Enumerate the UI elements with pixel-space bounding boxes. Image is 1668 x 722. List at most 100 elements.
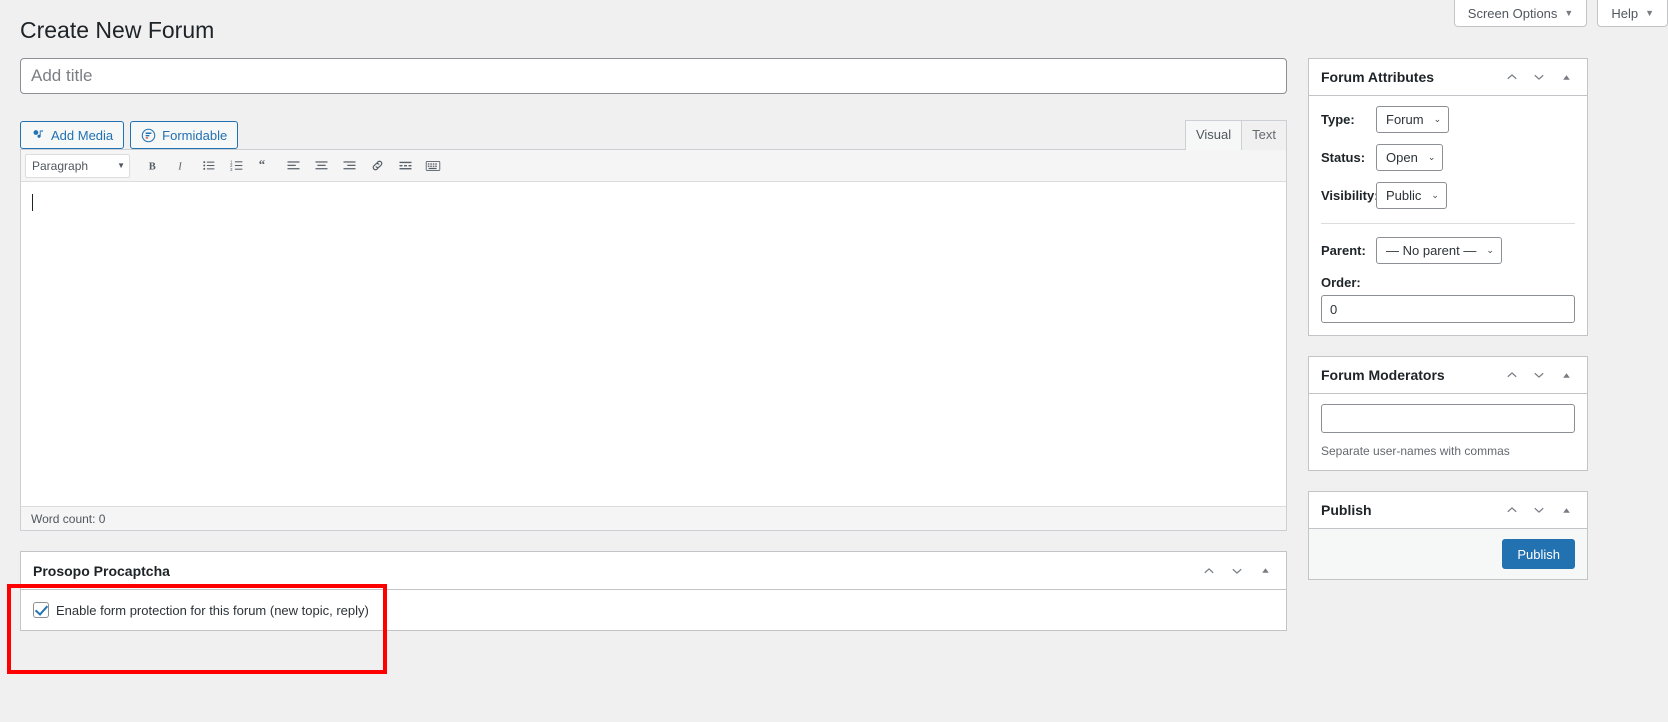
admin-topbar: Screen Options ▼ Help ▼ <box>1453 0 1668 30</box>
help-button[interactable]: Help ▼ <box>1597 0 1668 27</box>
forum-attributes-title: Forum Attributes <box>1321 69 1435 85</box>
forum-order-input[interactable] <box>1321 295 1575 323</box>
chevron-down-icon: ⌄ <box>1427 152 1436 162</box>
procaptcha-metabox: Prosopo Procaptcha Enable form protectio… <box>20 551 1287 631</box>
forum-visibility-label: Visibility: <box>1321 188 1379 203</box>
insert-link-icon[interactable] <box>364 153 390 179</box>
procaptcha-metabox-body: Enable form protection for this forum (n… <box>21 590 1286 630</box>
procaptcha-metabox-header: Prosopo Procaptcha <box>21 552 1286 590</box>
svg-text:“: “ <box>258 158 264 172</box>
chevron-down-icon: ⌄ <box>1486 245 1494 255</box>
move-down-icon[interactable] <box>1530 68 1548 86</box>
tab-visual[interactable]: Visual <box>1184 120 1243 150</box>
editor-mode-tabs: Visual Text <box>1184 120 1287 150</box>
editor-toolbar: Paragraph ▼ B I 1 2 3 “ <box>21 150 1286 182</box>
toggle-panel-icon[interactable] <box>1557 501 1575 519</box>
move-up-icon[interactable] <box>1503 68 1521 86</box>
move-up-icon[interactable] <box>1200 562 1218 580</box>
formidable-button[interactable]: Formidable <box>130 121 239 149</box>
forum-visibility-select[interactable]: Public ⌄ <box>1376 182 1447 209</box>
forum-moderators-input[interactable] <box>1321 404 1575 433</box>
tab-text[interactable]: Text <box>1241 120 1287 150</box>
publish-header: Publish <box>1309 492 1587 529</box>
forum-status-value: Open <box>1386 150 1418 165</box>
forum-attributes-header: Forum Attributes <box>1309 59 1587 96</box>
publish-title: Publish <box>1321 502 1372 518</box>
move-up-icon[interactable] <box>1503 501 1521 519</box>
forum-attributes-actions <box>1503 68 1575 86</box>
forum-visibility-row: Visibility: Public ⌄ <box>1321 182 1575 209</box>
add-media-label: Add Media <box>51 127 114 143</box>
move-down-icon[interactable] <box>1228 562 1246 580</box>
forum-type-value: Forum <box>1386 112 1424 127</box>
forum-parent-row: Parent: — No parent — ⌄ <box>1321 237 1575 264</box>
forum-attributes-panel: Forum Attributes Type: Forum ⌄ Status: O… <box>1308 58 1588 336</box>
align-left-icon[interactable] <box>280 153 306 179</box>
editor-container: Paragraph ▼ B I 1 2 3 “ Word count: 0 <box>20 149 1287 531</box>
forum-moderators-title: Forum Moderators <box>1321 367 1445 383</box>
forum-status-select[interactable]: Open ⌄ <box>1376 144 1444 171</box>
main-content-column: Add Media Formidable Visual Text Paragra… <box>20 58 1287 631</box>
bulleted-list-icon[interactable] <box>196 153 222 179</box>
forum-moderators-actions <box>1503 366 1575 384</box>
word-count-label: Word count: 0 <box>31 511 106 526</box>
forum-visibility-value: Public <box>1386 188 1422 203</box>
chevron-down-icon: ▼ <box>1564 8 1574 18</box>
svg-text:I: I <box>177 161 182 172</box>
forum-parent-select[interactable]: — No parent — ⌄ <box>1376 237 1502 264</box>
page-title: Create New Forum <box>20 17 215 43</box>
publish-button[interactable]: Publish <box>1502 539 1575 569</box>
move-up-icon[interactable] <box>1503 366 1521 384</box>
post-title-input[interactable] <box>20 58 1287 94</box>
add-media-button[interactable]: Add Media <box>20 121 125 149</box>
enable-form-protection-label[interactable]: Enable form protection for this forum (n… <box>56 603 369 618</box>
forum-type-label: Type: <box>1321 112 1355 127</box>
bold-icon[interactable]: B <box>140 153 166 179</box>
forum-status-row: Status: Open ⌄ <box>1321 144 1575 171</box>
formidable-label: Formidable <box>162 127 228 143</box>
chevron-down-icon: ⌄ <box>1433 114 1442 124</box>
svg-text:B: B <box>149 161 156 172</box>
text-cursor <box>32 194 33 211</box>
publish-actions <box>1503 501 1575 519</box>
toggle-panel-icon[interactable] <box>1557 366 1575 384</box>
forum-type-row: Type: Forum ⌄ <box>1321 106 1575 133</box>
settings-sidebar: Forum Attributes Type: Forum ⌄ Status: O… <box>1308 58 1588 600</box>
screen-options-label: Screen Options <box>1467 5 1558 21</box>
publish-body: Publish <box>1309 529 1587 579</box>
move-down-icon[interactable] <box>1530 501 1548 519</box>
forum-moderators-panel: Forum Moderators Separate user-names wit… <box>1308 356 1588 471</box>
screen-options-button[interactable]: Screen Options ▼ <box>1453 0 1588 27</box>
align-right-icon[interactable] <box>336 153 362 179</box>
forum-moderators-header: Forum Moderators <box>1309 357 1587 394</box>
svg-text:3: 3 <box>230 167 233 172</box>
toolbar-toggle-icon[interactable] <box>420 153 446 179</box>
forum-moderators-body: Separate user-names with commas <box>1309 394 1587 470</box>
publish-panel: Publish Publish <box>1308 491 1588 580</box>
toggle-panel-icon[interactable] <box>1256 562 1274 580</box>
editor-status-bar: Word count: 0 <box>21 506 1286 530</box>
editor-content-area[interactable] <box>21 182 1286 506</box>
forum-type-select[interactable]: Forum ⌄ <box>1376 106 1450 133</box>
paragraph-format-value: Paragraph <box>32 158 89 173</box>
forum-order-label: Order: <box>1321 275 1361 290</box>
italic-icon[interactable]: I <box>168 153 194 179</box>
move-down-icon[interactable] <box>1530 366 1548 384</box>
chevron-down-icon: ⌄ <box>1431 190 1439 200</box>
forum-parent-value: — No parent — <box>1386 243 1477 258</box>
forum-attributes-body: Type: Forum ⌄ Status: Open ⌄ Visibility:… <box>1309 96 1587 335</box>
procaptcha-metabox-actions <box>1200 562 1274 580</box>
paragraph-format-select[interactable]: Paragraph ▼ <box>25 153 130 178</box>
media-icon <box>31 128 45 142</box>
numbered-list-icon[interactable]: 1 2 3 <box>224 153 250 179</box>
forum-status-label: Status: <box>1321 150 1366 165</box>
read-more-icon[interactable] <box>392 153 418 179</box>
align-center-icon[interactable] <box>308 153 334 179</box>
blockquote-icon[interactable]: “ <box>252 153 278 179</box>
procaptcha-metabox-title: Prosopo Procaptcha <box>33 562 170 579</box>
chevron-down-icon: ▼ <box>1645 8 1654 18</box>
enable-form-protection-checkbox[interactable] <box>33 602 49 618</box>
formidable-icon <box>141 128 156 143</box>
toggle-panel-icon[interactable] <box>1557 68 1575 86</box>
media-buttons-row: Add Media Formidable Visual Text <box>20 120 1287 150</box>
